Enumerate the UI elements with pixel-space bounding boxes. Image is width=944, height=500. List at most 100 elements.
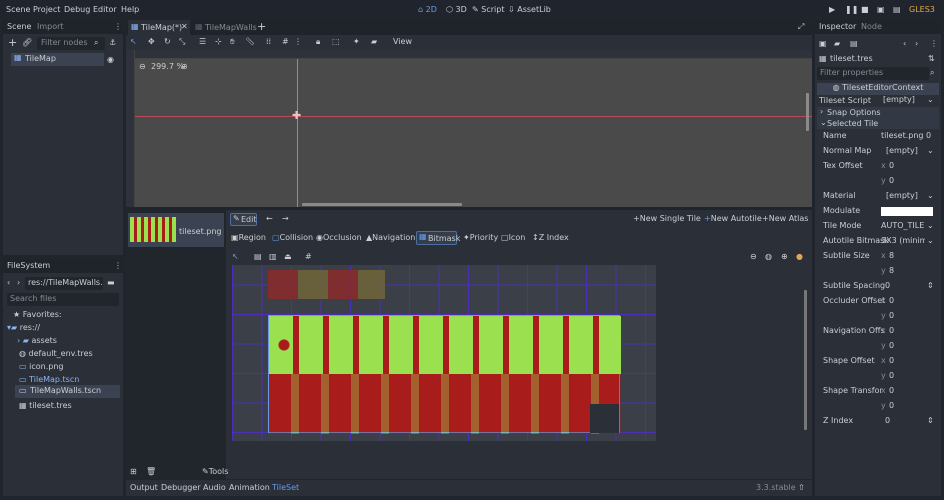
load-resource-icon[interactable]: ▰	[834, 37, 840, 51]
menu-help[interactable]: Help	[121, 3, 139, 17]
filesystem-item-icon-png[interactable]: ▭ icon.png	[19, 362, 63, 371]
menu-project[interactable]: Project	[33, 3, 60, 17]
mode-bitmask[interactable]: ▦ Bitmask	[416, 231, 460, 245]
scene-dock-menu-icon[interactable]: ⋮	[114, 20, 122, 34]
viewport[interactable]: ✚ ⊖ 299.7 % ⊕	[126, 50, 812, 207]
keep-inside-tile-icon[interactable]: #	[305, 250, 312, 264]
prop-autotile-bitmask-value[interactable]: 3X3 (minimal	[881, 234, 925, 248]
forward-icon[interactable]: ›	[17, 276, 20, 290]
prop-modulate-color[interactable]	[881, 207, 933, 216]
mode-navigation[interactable]: ▲Navigation	[366, 231, 415, 245]
select-icon[interactable]: ↖	[232, 250, 239, 264]
zoom-reset-icon[interactable]: ◍	[765, 250, 772, 264]
play-scene-icon[interactable]: ▣	[877, 3, 885, 17]
add-texture-icon[interactable]: ⊞	[130, 465, 137, 479]
bottom-tab-tileset[interactable]: TileSet	[272, 481, 299, 495]
workspace-assetlib-button[interactable]: ⇩ AssetLib	[508, 3, 551, 17]
filesystem-menu-icon[interactable]: ⋮	[114, 259, 122, 273]
next-texture-icon[interactable]: →	[282, 212, 289, 226]
play-custom-icon[interactable]: ▤	[893, 3, 901, 17]
view-menu[interactable]: View	[393, 35, 412, 49]
prop-subtile-size-x[interactable]: 8	[889, 249, 894, 263]
dropdown-arrow-icon[interactable]: ⌄	[927, 234, 934, 248]
zoom-in-icon[interactable]: ⊕	[781, 250, 788, 264]
tab-tilemap[interactable]: ▦ TileMap(*) ✕	[128, 20, 190, 35]
new-resource-icon[interactable]: ▣	[819, 37, 827, 51]
mode-zindex[interactable]: ↕Z Index	[532, 231, 569, 245]
prop-shape-transform-x[interactable]: 0	[889, 384, 894, 398]
prop-tex-offset-y[interactable]: 0	[889, 174, 894, 188]
filesystem-item-tilemapwalls-tscn[interactable]: ▭ TileMapWalls.tscn	[15, 385, 120, 398]
menu-scene[interactable]: Scene	[6, 3, 30, 17]
edit-button[interactable]: ✎ Edit	[230, 213, 257, 226]
bottom-tab-debugger[interactable]: Debugger	[161, 481, 201, 495]
camera-icon[interactable]: ▰	[371, 35, 377, 49]
grid-snap-icon[interactable]: #	[282, 35, 289, 49]
link-icon[interactable]: 🔗︎	[22, 36, 32, 50]
prop-shape-offset-x[interactable]: 0	[889, 354, 894, 368]
pan-tool-icon[interactable]: ✋︎	[230, 35, 235, 49]
res-root-item[interactable]: ▾▰ res://	[7, 323, 40, 332]
tab-inspector[interactable]: Inspector	[819, 20, 856, 34]
new-atlas-button[interactable]: +New Atlas	[762, 212, 808, 226]
prop-navigation-offset-y[interactable]: 0	[889, 339, 894, 353]
new-single-tile-button[interactable]: +New Single Tile	[633, 212, 701, 226]
prop-navigation-offset-x[interactable]: 0	[889, 324, 894, 338]
scale-tool-icon[interactable]: ⤡	[179, 35, 185, 49]
viewport-hscrollbar[interactable]	[302, 203, 462, 206]
new-autotile-button[interactable]: +New Autotile	[704, 212, 762, 226]
filter-properties-input[interactable]: Filter properties	[817, 67, 929, 80]
bottom-tab-output[interactable]: Output	[130, 481, 158, 495]
pause-icon[interactable]: ❚❚	[845, 3, 858, 17]
lock-icon[interactable]: 🔒︎	[316, 35, 320, 49]
prop-name-value[interactable]: tileset.png 0	[881, 129, 931, 143]
zoom-in-icon[interactable]: ⊕	[181, 60, 188, 74]
filesystem-item-assets[interactable]: › ▰ assets	[17, 336, 57, 345]
viewport-vscrollbar[interactable]	[806, 93, 809, 131]
group-icon[interactable]: ⬚	[332, 35, 340, 49]
menu-editor[interactable]: Editor	[93, 3, 117, 17]
dropdown-arrow-icon[interactable]: ⌄	[927, 144, 934, 158]
dropdown-arrow-icon[interactable]: ⌄	[927, 219, 934, 233]
expand-panel-icon[interactable]: ⇧	[798, 481, 805, 495]
filesystem-search-input[interactable]: Search files	[7, 293, 119, 306]
prop-subtile-spacing-value[interactable]: 0	[885, 279, 890, 293]
tile-grid[interactable]	[232, 265, 656, 441]
prev-texture-icon[interactable]: ←	[266, 212, 273, 226]
prop-occluder-offset-x[interactable]: 0	[889, 294, 894, 308]
tab-tilemapwalls[interactable]: ▦ TileMapWalls	[192, 20, 257, 35]
add-node-icon[interactable]: +	[8, 36, 17, 50]
remove-texture-icon[interactable]: 🗑︎	[146, 465, 156, 479]
tab-node[interactable]: Node	[861, 20, 882, 34]
prop-shape-transform-y[interactable]: 0	[889, 399, 894, 413]
tileset-script-value[interactable]: [empty] ⌄	[879, 95, 937, 107]
sort-properties-icon[interactable]: ⇅	[928, 52, 935, 66]
snap-options-icon[interactable]: ⋮	[294, 35, 302, 49]
back-icon[interactable]: ‹	[7, 276, 10, 290]
prop-occluder-offset-y[interactable]: 0	[889, 309, 894, 323]
mode-priority[interactable]: ✦Priority	[463, 231, 498, 245]
workspace-2d-button[interactable]: ⌂ 2D	[418, 3, 437, 17]
workspace-3d-button[interactable]: ⬡ 3D	[446, 3, 467, 17]
zoom-value[interactable]: 299.7 %	[151, 60, 184, 74]
mode-occlusion[interactable]: ◉Occlusion	[316, 231, 362, 245]
favorites-item[interactable]: ★ Favorites:	[13, 310, 62, 319]
filesystem-item-default-env[interactable]: ◍ default_env.tres	[19, 349, 93, 358]
erase-bitmask-icon[interactable]: ⏏	[284, 250, 292, 264]
bottom-tab-animation[interactable]: Animation	[229, 481, 270, 495]
bottom-tab-audio[interactable]: Audio	[203, 481, 226, 495]
filesystem-path-input[interactable]: res://TileMapWalls.tsc	[25, 277, 103, 290]
save-resource-icon[interactable]: ▤	[850, 37, 858, 51]
move-tool-icon[interactable]: ✥	[148, 35, 155, 49]
spinner-icon[interactable]: ⇕	[927, 279, 934, 293]
mode-region[interactable]: ▣Region	[231, 231, 266, 245]
split-view-icon[interactable]: ▬	[107, 276, 115, 290]
prop-z-index-value[interactable]: 0	[885, 414, 890, 428]
prop-tile-mode-value[interactable]: AUTO_TILE	[881, 219, 924, 233]
prop-material-value[interactable]: [empty]	[886, 189, 918, 203]
spinner-icon[interactable]: ⇕	[927, 414, 934, 428]
texture-item[interactable]: tileset.png	[128, 213, 224, 247]
mode-icon[interactable]: ▢Icon	[501, 231, 525, 245]
workspace-script-button[interactable]: ✎ Script	[472, 3, 504, 17]
menu-debug[interactable]: Debug	[64, 3, 90, 17]
